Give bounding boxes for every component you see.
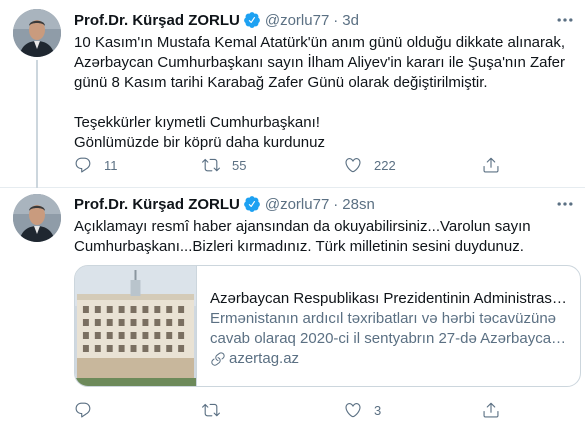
verified-badge-icon (243, 196, 260, 212)
avatar[interactable] (13, 194, 61, 242)
tweet-text: Açıklamayı resmî haber ajansından da oku… (74, 217, 531, 257)
heart-icon (345, 403, 361, 418)
like-count: 3 (374, 402, 382, 418)
card-title: Azərbaycan Respublikası Prezidentinin Ad… (210, 290, 570, 307)
tweet[interactable]: Prof.Dr. Kürşad ZORLU @zorlu77 · 28sn Aç… (0, 188, 585, 429)
avatar[interactable] (13, 9, 61, 57)
card-description-line: cavab olaraq 2020-ci il sentyabrın 27-də… (210, 330, 570, 347)
heart-icon (345, 158, 361, 173)
reply-count: 11 (104, 157, 118, 173)
retweet-button[interactable] (202, 401, 232, 419)
like-button[interactable]: 3 (344, 401, 381, 419)
reply-icon (75, 157, 91, 173)
card-description-line: Ermənistanın ardıcıl təxribatları və hər… (210, 310, 557, 327)
card-domain-text: azertag.az (229, 350, 300, 367)
tweet-text-line: Cumhurbaşkanı...Bizleri kırmadınız. Türk… (74, 238, 524, 255)
share-icon (483, 402, 499, 418)
tweet-actions: 3 (74, 400, 514, 420)
tweet-text-line: günü 8 Kasım tarihi Karabağ Zafer Günü o… (74, 74, 488, 91)
timestamp[interactable]: 3d (342, 12, 359, 29)
share-button[interactable] (482, 156, 500, 174)
retweet-icon (202, 158, 220, 172)
share-icon (483, 157, 499, 173)
author-handle[interactable]: @zorlu77 (265, 12, 329, 29)
timestamp[interactable]: 28sn (342, 196, 375, 213)
tweet-actions: 11 55 222 (74, 155, 514, 175)
separator-dot: · (333, 11, 339, 29)
tweet[interactable]: Prof.Dr. Kürşad ZORLU @zorlu77 · 3d 10 K… (0, 0, 585, 188)
card-thumbnail-image (75, 266, 197, 386)
link-icon (211, 352, 225, 366)
more-options-icon[interactable] (555, 10, 575, 30)
share-button[interactable] (482, 401, 500, 419)
tweet-text-line: Gönlümüzde bir köprü daha kurdunuz (74, 134, 325, 151)
thread-connector-line (36, 60, 38, 188)
card-domain[interactable]: azertag.az (210, 349, 570, 369)
tweet-text-line (74, 93, 565, 113)
tweet-text-line: 10 Kasım'ın Mustafa Kemal Atatürk'ün anı… (74, 34, 566, 51)
reply-icon (75, 402, 91, 418)
link-preview-card[interactable]: Azərbaycan Respublikası Prezidentinin Ad… (74, 265, 581, 387)
reply-button[interactable]: 11 (74, 156, 118, 174)
like-button[interactable]: 222 (344, 156, 396, 174)
like-count: 222 (374, 157, 396, 173)
retweet-icon (202, 403, 220, 417)
author-name[interactable]: Prof.Dr. Kürşad ZORLU (74, 12, 240, 29)
tweet-text-line: Azərbaycan Cumhurbaşkanı sayın İlham Ali… (74, 54, 565, 71)
reply-button[interactable] (74, 401, 104, 419)
author-handle[interactable]: @zorlu77 (265, 196, 329, 213)
retweet-count: 55 (232, 157, 247, 173)
tweet-text-line: Açıklamayı resmî haber ajansından da oku… (74, 218, 531, 235)
retweet-button[interactable]: 55 (202, 156, 246, 174)
card-description: Ermənistanın ardıcıl təxribatları və hər… (210, 309, 570, 349)
author-name[interactable]: Prof.Dr. Kürşad ZORLU (74, 196, 240, 213)
more-options-icon[interactable] (555, 194, 575, 214)
verified-badge-icon (243, 12, 260, 28)
tweet-text: 10 Kasım'ın Mustafa Kemal Atatürk'ün anı… (74, 33, 565, 153)
separator-dot: · (333, 195, 339, 213)
tweet-text-line: Teşekkürler kıymetli Cumhurbaşkanı! (74, 114, 320, 131)
